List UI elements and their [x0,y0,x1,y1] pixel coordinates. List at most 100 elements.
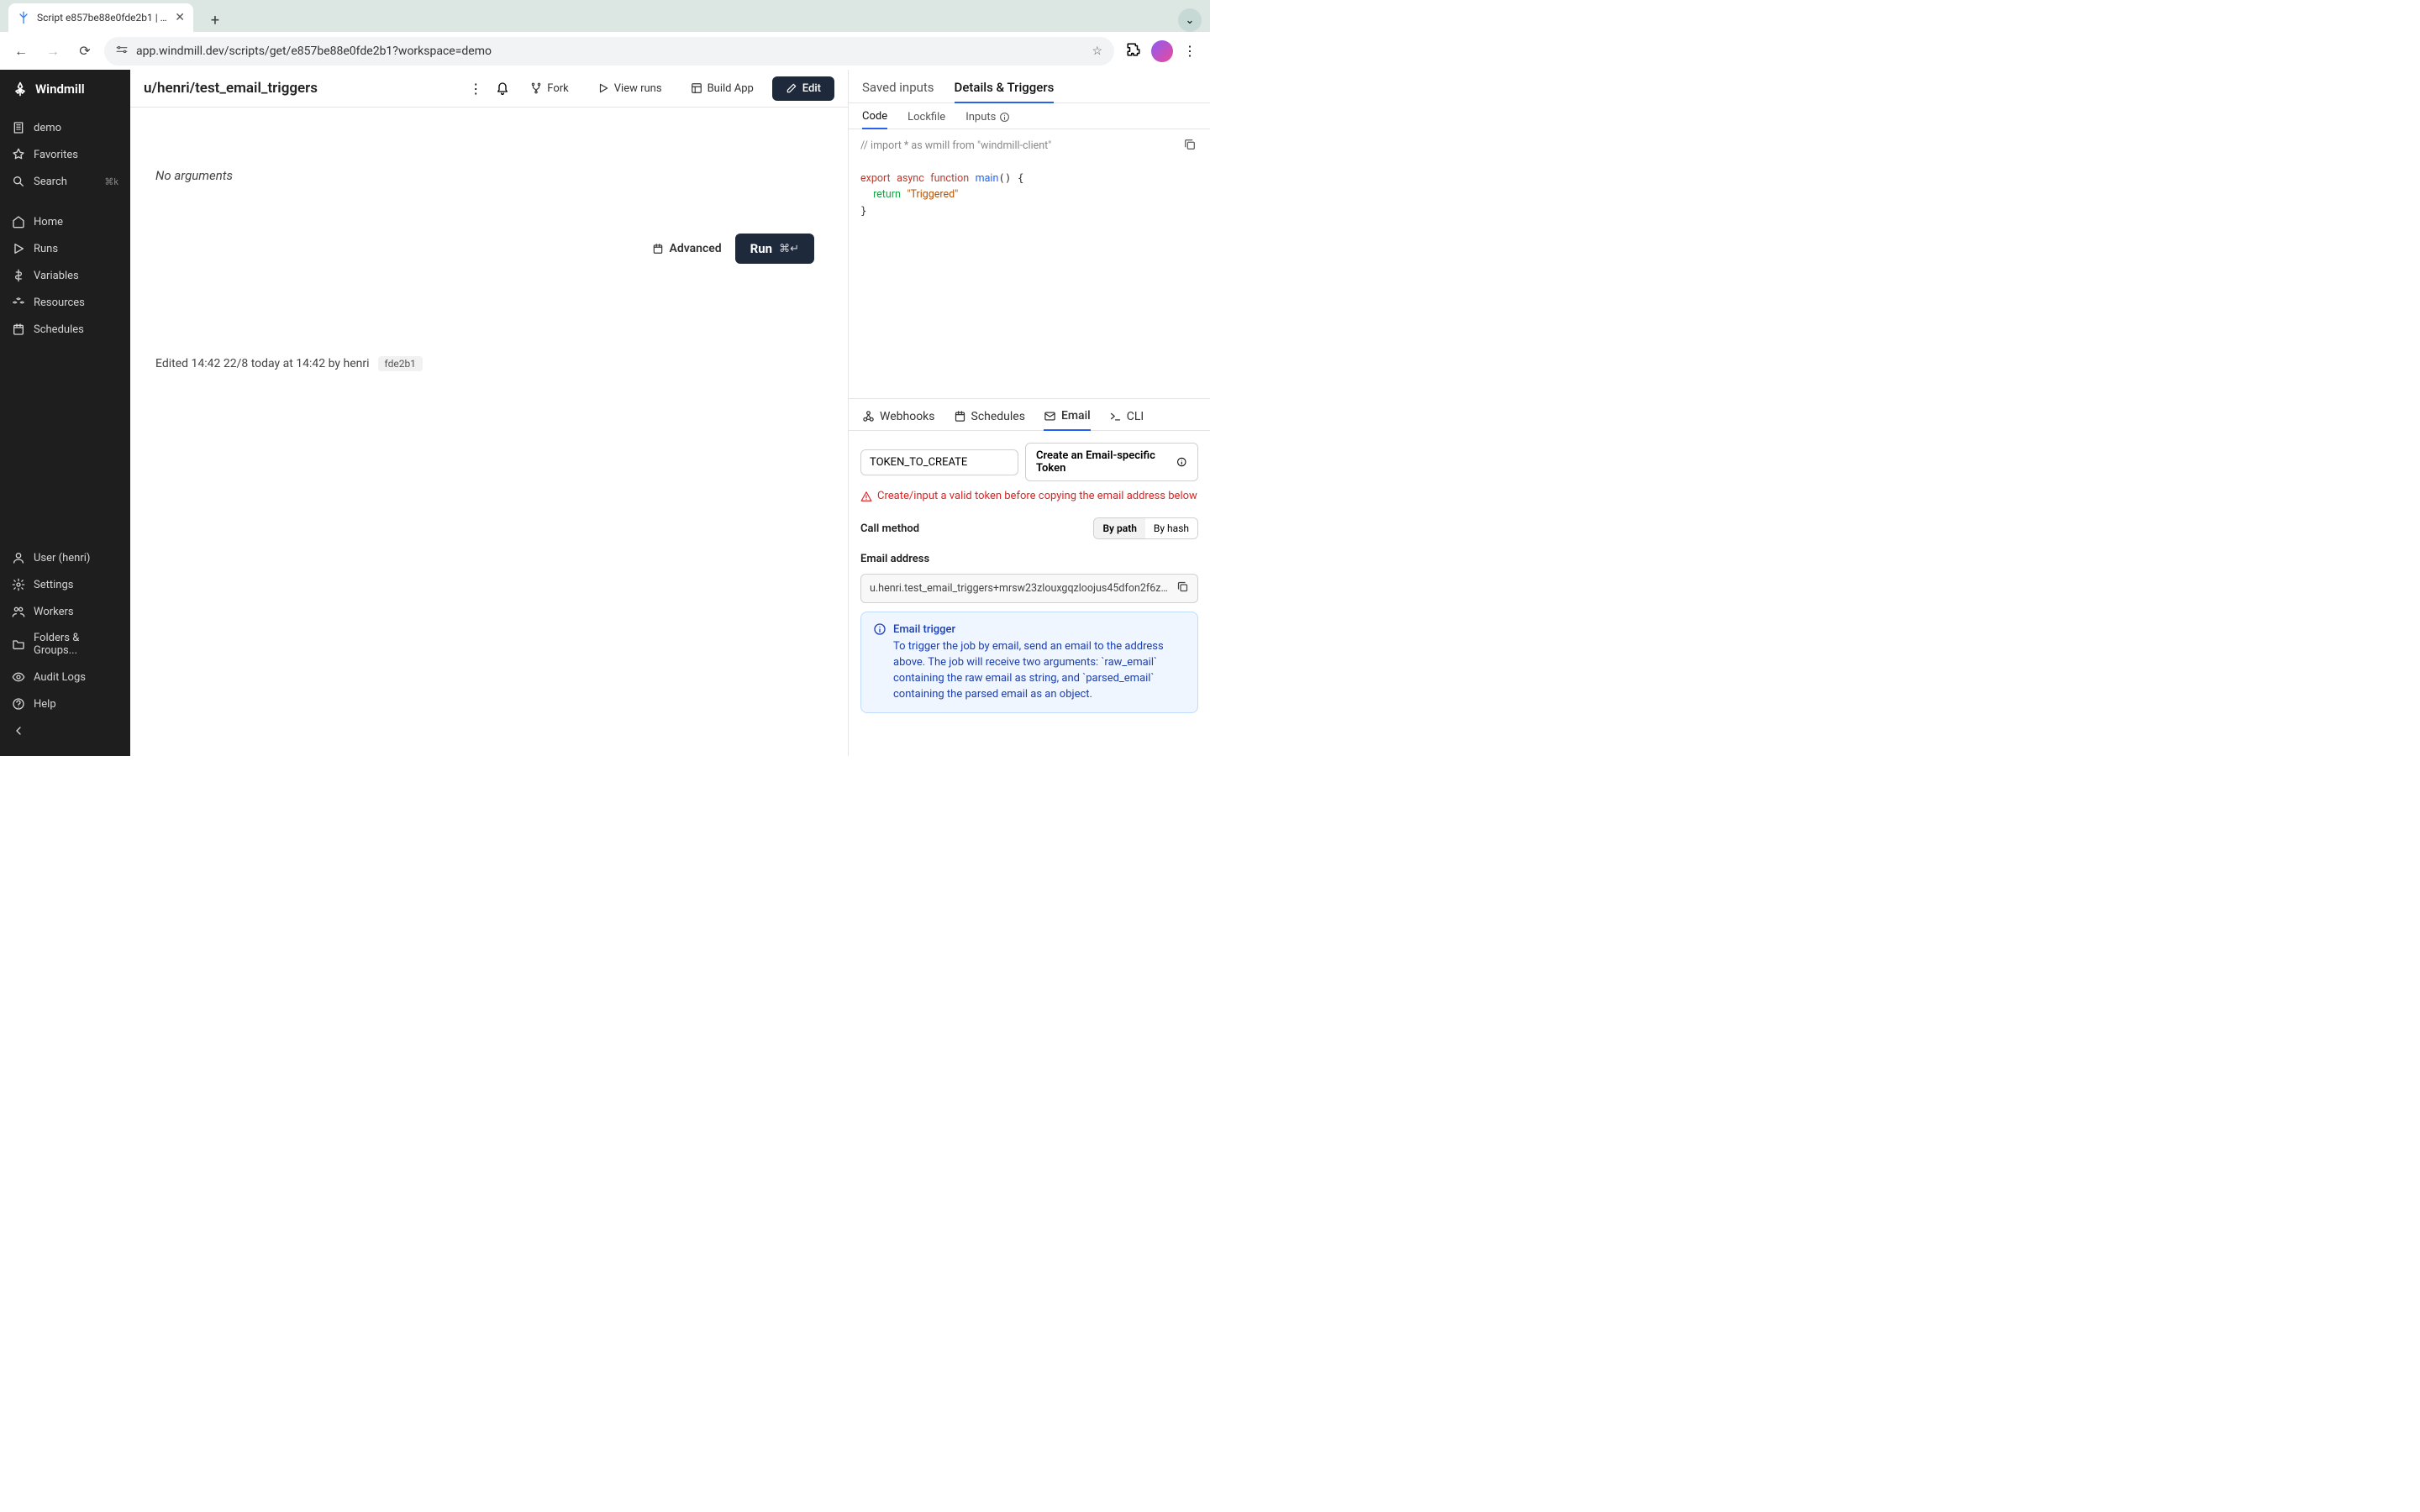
tab-cli[interactable]: CLI [1109,407,1144,430]
user-label: User (henri) [34,552,90,564]
back-button[interactable]: ← [8,39,34,64]
build-app-label: Build App [708,82,754,95]
arrow-left-icon [12,724,25,738]
play-outline-icon [597,82,609,94]
edit-label: Edit [802,82,821,95]
workers-icon [12,605,25,618]
tab-saved-inputs[interactable]: Saved inputs [862,76,934,102]
url-bar[interactable]: app.windmill.dev/scripts/get/e857be88e0f… [104,37,1114,66]
resources-label: Resources [34,297,85,309]
sidebar-folders[interactable]: Folders & Groups... [0,625,130,664]
tab-close-icon[interactable]: ✕ [175,11,185,24]
sidebar-collapse[interactable] [0,717,130,748]
sidebar-schedules[interactable]: Schedules [0,316,130,343]
bookmark-star-icon[interactable]: ☆ [1092,45,1102,58]
forward-button[interactable]: → [40,39,66,64]
sidebar-user[interactable]: User (henri) [0,544,130,571]
webhooks-label: Webhooks [880,410,935,423]
by-path-button[interactable]: By path [1094,518,1144,538]
cli-label: CLI [1127,410,1144,423]
build-app-button[interactable]: Build App [681,77,764,100]
sidebar-workers[interactable]: Workers [0,598,130,625]
reload-button[interactable]: ⟳ [72,39,97,64]
chrome-menu-icon[interactable]: ⋮ [1183,43,1197,59]
tab-lockfile[interactable]: Lockfile [908,109,945,129]
workspace-label: demo [34,122,61,134]
script-path: u/henri/test_email_triggers [144,80,318,97]
code-kw-return: return [873,188,901,201]
email-tab-label: Email [1061,409,1091,423]
folders-label: Folders & Groups... [34,632,118,657]
view-runs-button[interactable]: View runs [587,77,672,100]
tabs-dropdown-icon[interactable]: ⌄ [1178,8,1202,32]
extensions-icon[interactable] [1126,42,1141,60]
fork-button[interactable]: Fork [520,77,578,100]
runs-label: Runs [34,243,58,255]
variables-label: Variables [34,270,79,282]
create-token-button[interactable]: Create an Email-specific Token [1025,443,1198,481]
copy-email-icon[interactable] [1176,580,1189,596]
sidebar-home[interactable]: Home [0,208,130,235]
tab-code[interactable]: Code [862,108,887,129]
bell-icon[interactable] [493,79,512,97]
tab-inputs[interactable]: Inputs [965,109,1010,129]
advanced-button[interactable]: Advanced [652,242,721,255]
windmill-logo-icon [12,81,29,97]
profile-avatar[interactable] [1151,40,1173,62]
workers-label: Workers [34,606,74,618]
help-icon [12,697,25,711]
advanced-label: Advanced [669,242,721,255]
star-icon [12,148,25,161]
calendar-trigger-icon [954,410,966,423]
email-address-box: u.henri.test_email_triggers+mrsw23zlouxg… [860,574,1198,603]
help-label: Help [34,698,56,711]
run-label: Run [750,241,772,256]
sidebar-help[interactable]: Help [0,690,130,717]
sidebar-workspace[interactable]: demo [0,114,130,141]
info-small-icon [1176,456,1187,468]
tab-details-triggers[interactable]: Details & Triggers [955,76,1055,103]
email-trigger-info: Email trigger To trigger the job by emai… [860,612,1198,713]
page-header: u/henri/test_email_triggers ⋮ Fork View … [130,70,848,108]
sidebar-audit[interactable]: Audit Logs [0,664,130,690]
brand[interactable]: Windmill [0,70,130,108]
dollar-icon [12,269,25,282]
tab-trigger-schedules[interactable]: Schedules [954,407,1025,430]
header-menu-icon[interactable]: ⋮ [466,79,485,97]
fork-label: Fork [547,82,568,95]
run-button[interactable]: Run ⌘↵ [735,234,814,264]
calendar-small-icon [652,243,664,255]
hash-badge: fde2b1 [378,356,423,371]
tab-bar: Script e857be88e0fde2b1 | W ✕ + ⌄ [0,0,1210,32]
view-runs-label: View runs [614,82,662,95]
tab-webhooks[interactable]: Webhooks [862,407,935,430]
fork-icon [530,82,542,94]
info-icon [999,112,1010,123]
info-circle-icon [873,622,886,636]
browser-tab[interactable]: Script e857be88e0fde2b1 | W ✕ [8,3,193,32]
favorites-label: Favorites [34,149,78,161]
tab-email[interactable]: Email [1044,406,1091,431]
sidebar-favorites[interactable]: Favorites [0,141,130,168]
home-icon [12,215,25,228]
sidebar-runs[interactable]: Runs [0,235,130,262]
token-input[interactable] [860,449,1018,475]
edit-button[interactable]: Edit [772,76,834,101]
copy-code-icon[interactable] [1183,138,1198,153]
site-tune-icon[interactable] [116,44,128,59]
by-hash-button[interactable]: By hash [1145,518,1197,538]
email-address-label: Email address [860,553,1198,565]
inputs-label: Inputs [965,111,996,123]
new-tab-button[interactable]: + [203,8,227,32]
sidebar-settings[interactable]: Settings [0,571,130,598]
layout-icon [691,82,702,94]
code-line-1: // import * as wmill from "windmill-clie… [860,139,1051,152]
sidebar-variables[interactable]: Variables [0,262,130,289]
sidebar: Windmill demo Favorites Search ⌘k Home [0,70,130,756]
code-str: "Triggered" [907,188,958,201]
sidebar-search[interactable]: Search ⌘k [0,168,130,195]
code-kw-function: function [930,172,969,185]
call-method-segment: By path By hash [1093,517,1198,539]
run-kbd: ⌘↵ [779,243,799,255]
sidebar-resources[interactable]: Resources [0,289,130,316]
